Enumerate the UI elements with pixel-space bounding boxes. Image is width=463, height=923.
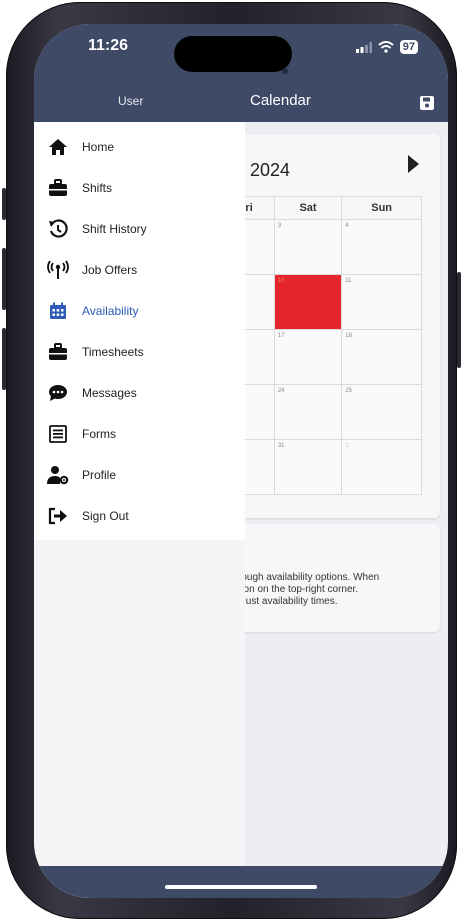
drawer-item-timesheets[interactable]: Timesheets xyxy=(34,331,245,372)
calendar-month-year: 2024 xyxy=(250,160,291,180)
drawer-item-label: Messages xyxy=(82,385,137,400)
drawer-item-label: Availability xyxy=(82,303,139,318)
drawer-item-label: Shifts xyxy=(82,180,113,195)
weekday-header: Sun xyxy=(341,196,422,220)
volume-up-button xyxy=(2,248,6,310)
drawer-item-label: Home xyxy=(82,139,115,154)
drawer-menu: Home Shifts Shift History Job Offers Ava… xyxy=(34,122,245,540)
info-line: rough availability options. When xyxy=(238,572,380,583)
drawer-item-label: Shift History xyxy=(82,221,147,236)
broadcast-icon xyxy=(46,258,70,282)
calendar-day[interactable]: 25 xyxy=(341,384,422,440)
battery-icon: 97 xyxy=(399,40,418,54)
info-text: rough availability options. When tton on… xyxy=(238,572,446,608)
calendar-day[interactable]: 18 xyxy=(341,329,422,385)
drawer-item-label: Sign Out xyxy=(82,508,129,523)
form-icon xyxy=(46,422,70,446)
drawer-item-label: Timesheets xyxy=(82,344,144,359)
drawer-item-sign-out[interactable]: Sign Out xyxy=(34,495,245,536)
drawer-item-shift-history[interactable]: Shift History xyxy=(34,208,245,249)
calendar-day[interactable]: 17 xyxy=(273,329,343,385)
dynamic-island xyxy=(174,36,292,74)
drawer-item-forms[interactable]: Forms xyxy=(34,413,245,454)
app-bar: User Calendar xyxy=(34,84,448,122)
navigation-drawer: Home Shifts Shift History Job Offers Ava… xyxy=(34,122,245,898)
briefcase-icon xyxy=(46,176,70,200)
signal-icon xyxy=(355,41,372,53)
drawer-user-name: User xyxy=(118,94,144,108)
calendar-day[interactable]: 11 xyxy=(341,274,422,330)
calendar-day[interactable]: 24 xyxy=(273,384,343,440)
status-icons: 97 xyxy=(355,40,418,54)
calendar-day-selected[interactable]: 10 xyxy=(273,274,343,330)
drawer-item-label: Profile xyxy=(82,467,117,482)
drawer-item-availability[interactable]: Availability xyxy=(34,290,245,331)
drawer-item-home[interactable]: Home xyxy=(34,126,245,167)
calendar-icon xyxy=(46,299,70,323)
chat-icon xyxy=(46,381,70,405)
status-time: 11:26 xyxy=(88,37,129,54)
drawer-item-shifts[interactable]: Shifts xyxy=(34,167,245,208)
next-month-icon[interactable] xyxy=(406,154,420,174)
power-button xyxy=(457,272,461,368)
briefcase-icon xyxy=(46,340,70,364)
home-indicator[interactable] xyxy=(165,885,317,889)
action-button xyxy=(2,188,6,220)
info-line: djust availability times. xyxy=(238,596,338,607)
calendar-day[interactable]: 3 xyxy=(273,219,343,275)
status-bar: 11:26 97 xyxy=(34,24,448,84)
save-icon[interactable] xyxy=(420,96,434,110)
page-title: Calendar xyxy=(250,92,311,109)
sign-out-icon xyxy=(46,504,70,528)
home-icon xyxy=(46,135,70,159)
info-line: tton on the top-right corner. xyxy=(238,584,359,595)
calendar-day[interactable]: 1 xyxy=(341,439,422,495)
calendar-day[interactable]: 4 xyxy=(341,219,422,275)
drawer-item-label: Job Offers xyxy=(82,262,138,277)
app-screen: 11:26 97 User Calendar 2024 Fri Sat Sun … xyxy=(34,24,448,898)
drawer-item-job-offers[interactable]: Job Offers xyxy=(34,249,245,290)
drawer-item-label: Forms xyxy=(82,426,116,441)
history-icon xyxy=(46,217,70,241)
drawer-item-profile[interactable]: Profile xyxy=(34,454,245,495)
wifi-icon xyxy=(378,41,394,53)
drawer-item-messages[interactable]: Messages xyxy=(34,372,245,413)
calendar-day[interactable]: 31 xyxy=(273,439,343,495)
volume-down-button xyxy=(2,328,6,390)
bottom-bar xyxy=(34,866,448,898)
camera-dot xyxy=(282,68,288,74)
weekday-header: Sat xyxy=(273,196,343,220)
user-cog-icon xyxy=(46,463,70,487)
